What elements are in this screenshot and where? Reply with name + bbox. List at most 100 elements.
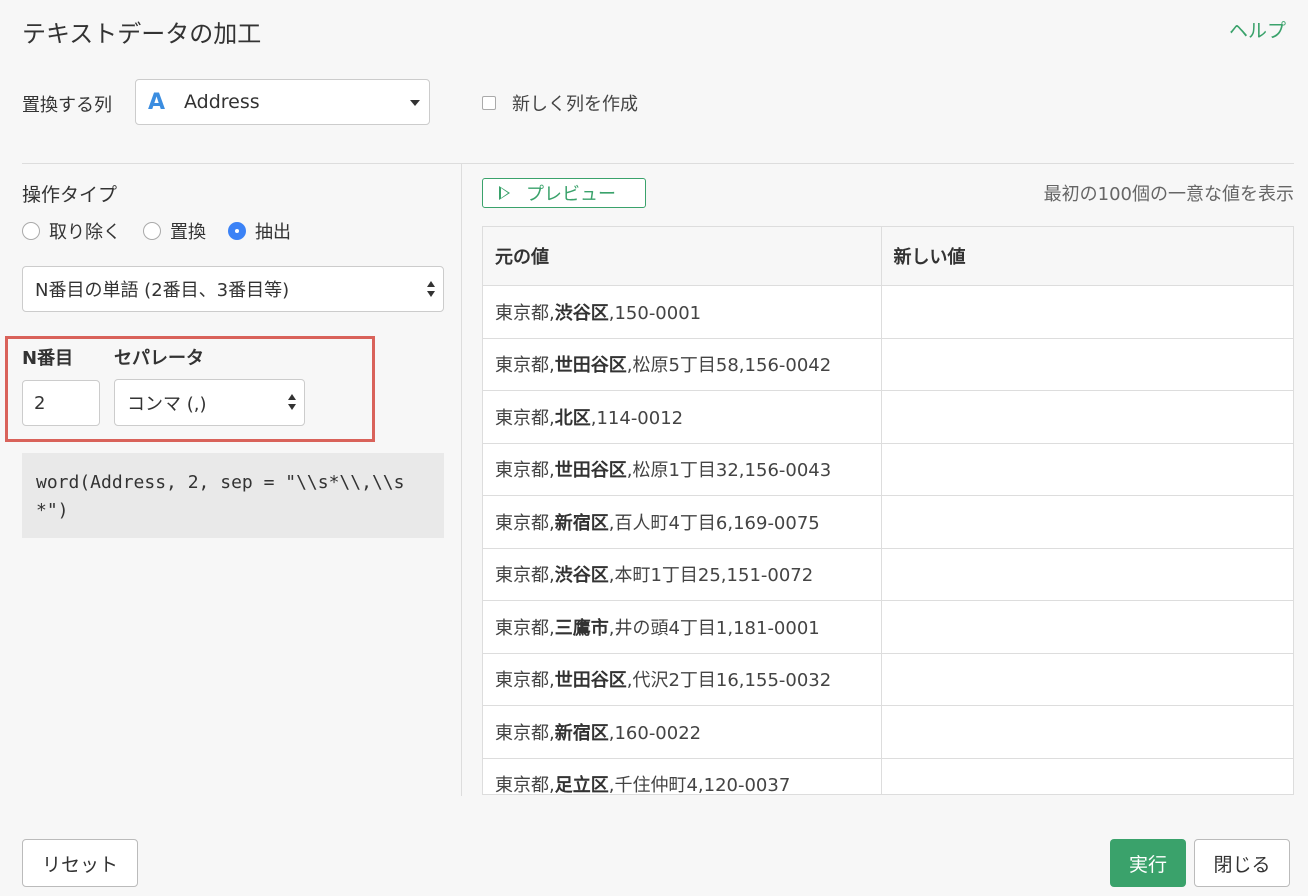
cell-text: 東京都, (495, 775, 555, 795)
new-value-cell (881, 495, 1293, 549)
nth-input[interactable] (22, 380, 100, 426)
preview-button[interactable]: プレビュー (482, 178, 646, 208)
new-value-cell (881, 285, 1293, 339)
table-row: 東京都,渋谷区,本町1丁目25,151-0072 (483, 548, 1293, 601)
original-value-cell: 東京都,新宿区,160-0022 (483, 705, 882, 759)
radio-remove[interactable]: 取り除く (22, 218, 121, 244)
column-selected-value: Address (184, 91, 260, 113)
cell-text: 東京都, (495, 302, 555, 324)
table-row: 東京都,三鷹市,井の頭4丁目1,181-0001 (483, 600, 1293, 654)
new-value-cell (881, 758, 1293, 794)
cell-text: 東京都, (495, 617, 555, 639)
table-row: 東京都,足立区,千住仲町4,120-0037 (483, 758, 1293, 795)
cell-highlight-text: 世田谷区 (554, 670, 627, 692)
cell-text: ,井の頭4丁目1,181-0001 (608, 617, 820, 639)
updown-arrows-icon (427, 281, 435, 299)
cell-text: 東京都, (495, 512, 555, 534)
original-value-cell: 東京都,渋谷区,150-0001 (483, 285, 882, 339)
preview-table-container[interactable]: 元の値 新しい値 東京都,渋谷区,150-0001 東京都,世田谷区,松原5丁目5… (482, 226, 1294, 795)
cell-text: ,本町1丁目25,151-0072 (608, 565, 814, 587)
new-value-cell (881, 548, 1293, 601)
cell-text: 東京都, (495, 355, 555, 377)
radio-replace[interactable]: 置換 (143, 218, 206, 244)
cell-text: 東京都, (495, 722, 555, 744)
header-new: 新しい値 (881, 227, 1293, 286)
preview-note: 最初の100個の一意な値を表示 (1043, 184, 1294, 205)
radio-button[interactable] (22, 222, 40, 240)
radio-label-replace: 置換 (170, 222, 206, 243)
cell-highlight-text: 新宿区 (554, 512, 609, 534)
separator-select[interactable]: コンマ (,) (114, 379, 305, 426)
separator-value: コンマ (,) (127, 393, 207, 415)
radio-extract[interactable]: 抽出 (228, 218, 291, 244)
column-label: 置換する列 (22, 95, 112, 116)
text-type-icon: A (148, 89, 166, 115)
cell-highlight-text: 世田谷区 (554, 460, 627, 482)
original-value-cell: 東京都,世田谷区,松原5丁目58,156-0042 (483, 338, 882, 391)
extract-method-select[interactable]: N番目の単語 (2番目、3番目等) (22, 266, 444, 312)
cell-text: 東京都, (495, 407, 555, 429)
cell-text: ,松原5丁目58,156-0042 (626, 355, 832, 377)
new-column-option[interactable]: 新しく列を作成 (482, 90, 638, 116)
table-row: 東京都,世田谷区,松原5丁目58,156-0042 (483, 338, 1293, 391)
section-divider (22, 163, 1294, 164)
cell-highlight-text: 足立区 (554, 775, 609, 795)
dialog-title: テキストデータの加工 (22, 20, 262, 48)
radio-button[interactable] (143, 222, 161, 240)
cell-text: ,150-0001 (608, 302, 702, 324)
new-value-cell (881, 653, 1293, 706)
radio-label-remove: 取り除く (49, 222, 121, 243)
original-value-cell: 東京都,渋谷区,本町1丁目25,151-0072 (483, 548, 882, 601)
cell-highlight-text: 渋谷区 (554, 302, 609, 324)
original-value-cell: 東京都,新宿区,百人町4丁目6,169-0075 (483, 495, 882, 549)
cell-text: ,114-0012 (590, 407, 684, 429)
table-row: 東京都,新宿区,160-0022 (483, 705, 1293, 759)
header-original: 元の値 (483, 227, 882, 286)
original-value-cell: 東京都,北区,114-0012 (483, 390, 882, 444)
cell-text: ,松原1丁目32,156-0043 (626, 460, 832, 482)
cell-highlight-text: 新宿区 (554, 722, 609, 744)
new-column-label: 新しく列を作成 (512, 94, 638, 115)
chevron-down-icon (410, 100, 420, 106)
generated-code: word(Address, 2, sep = "\\s*\\,\\s*") (22, 453, 444, 538)
nth-label: N番目 (22, 348, 74, 369)
cell-highlight-text: 世田谷区 (554, 355, 627, 377)
original-value-cell: 東京都,世田谷区,代沢2丁目16,155-0032 (483, 653, 882, 706)
table-row: 東京都,新宿区,百人町4丁目6,169-0075 (483, 495, 1293, 549)
cell-highlight-text: 北区 (554, 407, 591, 429)
new-value-cell (881, 443, 1293, 496)
operation-type-radios: 取り除く 置換 抽出 (22, 218, 313, 244)
original-value-cell: 東京都,世田谷区,松原1丁目32,156-0043 (483, 443, 882, 496)
operation-type-label: 操作タイプ (22, 184, 118, 206)
table-row: 東京都,世田谷区,松原1丁目32,156-0043 (483, 443, 1293, 496)
original-value-cell: 東京都,足立区,千住仲町4,120-0037 (483, 758, 882, 795)
new-value-cell (881, 705, 1293, 759)
new-value-cell (881, 600, 1293, 654)
play-icon (499, 186, 510, 200)
new-value-cell (881, 390, 1293, 444)
cell-text: 東京都, (495, 565, 555, 587)
extract-method-value: N番目の単語 (2番目、3番目等) (35, 280, 290, 301)
run-button[interactable]: 実行 (1110, 839, 1186, 887)
table-body: 東京都,渋谷区,150-0001 東京都,世田谷区,松原5丁目58,156-004… (483, 285, 1293, 795)
close-button[interactable]: 閉じる (1194, 839, 1290, 887)
table-row: 東京都,世田谷区,代沢2丁目16,155-0032 (483, 653, 1293, 706)
help-link[interactable]: ヘルプ (1229, 16, 1286, 43)
radio-button-checked[interactable] (228, 222, 246, 240)
table-header-row: 元の値 新しい値 (483, 227, 1293, 286)
original-value-cell: 東京都,三鷹市,井の頭4丁目1,181-0001 (483, 600, 882, 654)
cell-text: 東京都, (495, 670, 555, 692)
updown-arrows-icon (288, 394, 296, 412)
separator-label: セパレータ (114, 348, 204, 369)
cell-text: ,百人町4丁目6,169-0075 (608, 512, 820, 534)
new-value-cell (881, 338, 1293, 391)
cell-highlight-text: 渋谷区 (554, 565, 609, 587)
preview-table: 元の値 新しい値 東京都,渋谷区,150-0001 東京都,世田谷区,松原5丁目5… (483, 227, 1293, 795)
preview-button-label: プレビュー (526, 184, 616, 205)
cell-text: ,代沢2丁目16,155-0032 (626, 670, 832, 692)
column-select[interactable]: A Address (135, 79, 430, 125)
reset-button[interactable]: リセット (22, 839, 138, 887)
new-column-checkbox[interactable] (482, 96, 496, 110)
cell-text: 東京都, (495, 460, 555, 482)
radio-label-extract: 抽出 (255, 222, 291, 243)
